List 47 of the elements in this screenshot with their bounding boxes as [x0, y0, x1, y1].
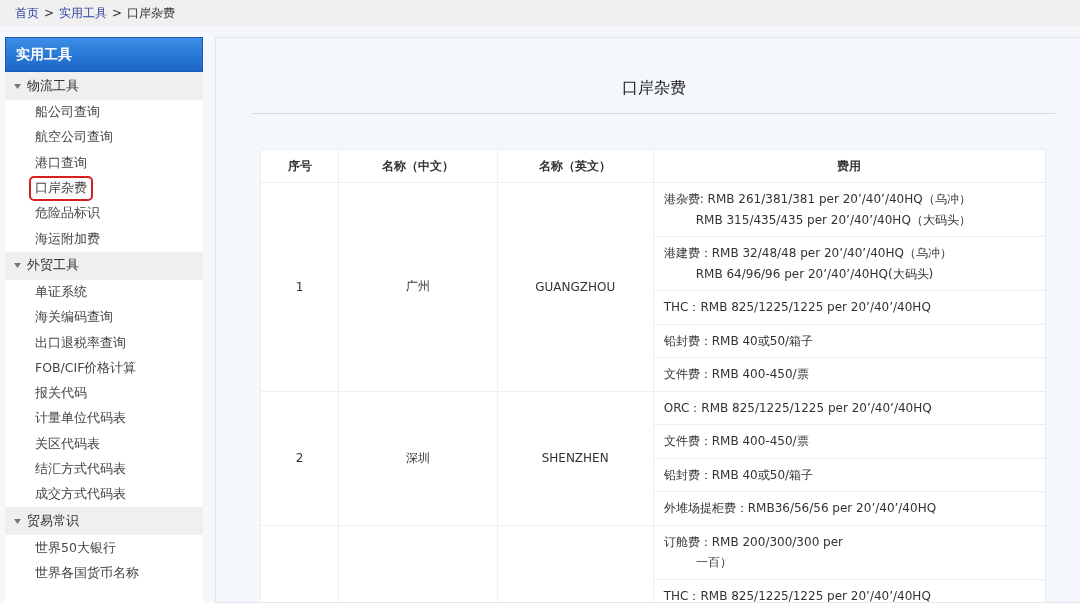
sidebar-title: 实用工具: [5, 37, 203, 72]
sidebar-item[interactable]: 航空公司查询: [29, 125, 119, 151]
sidebar-item[interactable]: 结汇方式代码表: [29, 457, 132, 482]
table-cell: GUANGZHOU: [535, 279, 616, 294]
fee-cell: THC：RMB 825/1225/1225 per 20’/40’/40HQ: [653, 290, 1046, 324]
column-header: 费用: [653, 149, 1046, 183]
sidebar-item[interactable]: 关区代码表: [29, 431, 106, 457]
table-cell: 2: [295, 451, 304, 465]
sidebar-item[interactable]: 单证系统: [29, 279, 93, 305]
sidebar-item[interactable]: 海关编码查询: [29, 305, 119, 331]
table-cell: 广州: [405, 279, 430, 294]
sidebar-group[interactable]: 外贸工具: [5, 251, 203, 280]
fee-cell: ORC：RMB 825/1225/1225 per 20’/40’/40HQ: [653, 391, 1046, 425]
sidebar-item[interactable]: 报关代码: [29, 381, 93, 407]
breadcrumb-separator: >: [112, 6, 123, 20]
sidebar-item[interactable]: 危险品标识: [29, 201, 106, 227]
table-cell: 1: [295, 279, 304, 294]
sidebar-item[interactable]: 计量单位代码表: [29, 406, 132, 432]
fee-cell: 港建费：RMB 32/48/48 per 20’/40’/40HQ（乌冲） RMB 64/96/96 per 20’/40’/40HQ(大码头): [653, 236, 1046, 291]
sidebar-item[interactable]: 口岸杂费: [29, 176, 93, 202]
sidebar-group[interactable]: 贸易常识: [5, 507, 203, 536]
breadcrumb-link[interactable]: 首页: [15, 4, 39, 22]
sidebar-item[interactable]: FOB/CIF价格计算: [29, 355, 143, 381]
fee-cell: 港杂费: RMB 261/381/381 per 20’/40’/40HQ（乌冲） RMB 315/435/435 per 20’/40’/40HQ（大码头）: [653, 182, 1046, 237]
page-title: 口岸杂费: [620, 78, 687, 99]
breadcrumb-current: 口岸杂费: [127, 4, 176, 22]
sidebar-item[interactable]: 出口退税率查询: [29, 330, 132, 356]
table-cell: 深圳: [405, 450, 430, 465]
fee-cell: 铅封费：RMB 40或50/箱子: [653, 324, 1046, 358]
sidebar-group[interactable]: 物流工具: [5, 72, 203, 100]
fee-cell: 文件费：RMB 400-450/票: [653, 357, 1046, 391]
breadcrumb-link[interactable]: 实用工具: [59, 4, 108, 22]
fee-cell: 文件费：RMB 400-450/票: [653, 424, 1046, 458]
column-header: 序号: [260, 149, 339, 183]
sidebar-item[interactable]: 世界50大银行: [29, 535, 122, 561]
sidebar-item[interactable]: 世界各国货币名称: [29, 560, 145, 586]
sidebar-item[interactable]: 海运附加费: [29, 226, 106, 252]
sidebar-item[interactable]: 船公司查询: [29, 100, 106, 126]
sidebar-item[interactable]: 港口查询: [29, 150, 93, 176]
breadcrumb-separator: >: [44, 6, 55, 20]
column-header: 名称（中文）: [338, 149, 498, 183]
table-cell: SHENZHEN: [541, 451, 609, 465]
sidebar-item[interactable]: 成交方式代码表: [29, 482, 132, 508]
column-header: 名称（英文）: [497, 149, 654, 183]
fee-cell: 外堆场提柜费：RMB36/56/56 per 20’/40’/40HQ: [653, 491, 1046, 525]
fee-cell: 铅封费：RMB 40或50/箱子: [653, 458, 1046, 492]
fee-cell: 订舱费：RMB 200/300/300 per 一百）: [653, 525, 1046, 579]
